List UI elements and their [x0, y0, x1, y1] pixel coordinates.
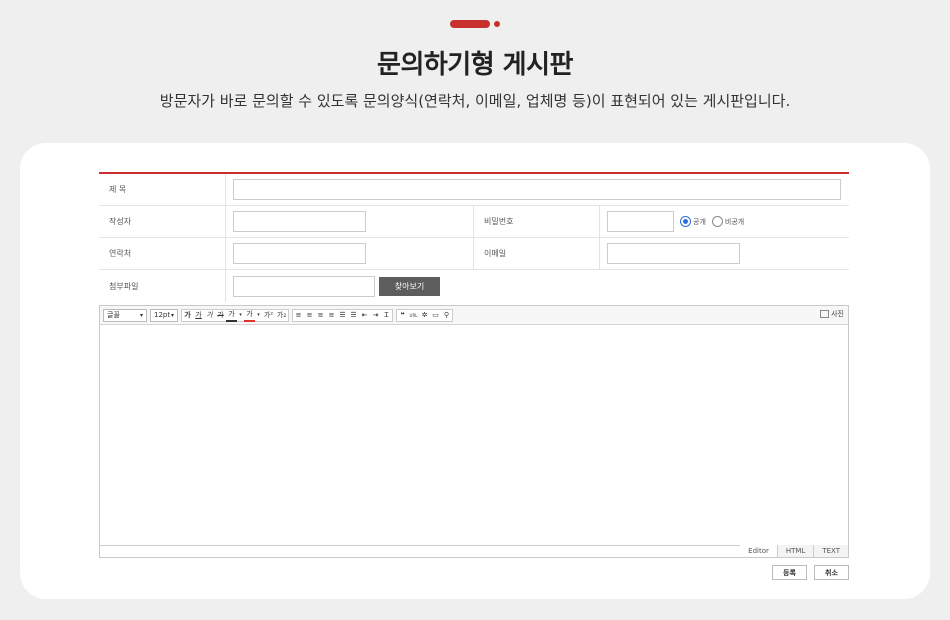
- paragraph-group: ≡ ≡ ≡ ≡ ☰ ☰ ⇤ ⇥ Ꮖ: [292, 308, 393, 322]
- radio-unselected-icon: [711, 216, 723, 227]
- link-icon[interactable]: URL: [408, 309, 419, 322]
- email-label: 이메일: [473, 238, 600, 269]
- underline-icon[interactable]: 가: [193, 309, 204, 322]
- text-format-group: 가 가 가 가 가 ▾ 가 ▾ 가² 가₂: [181, 308, 289, 322]
- align-justify-icon[interactable]: ≡: [326, 309, 337, 322]
- author-row: 작성자 비밀번호 공개 비공개: [99, 206, 849, 238]
- chevron-down-icon[interactable]: ▾: [237, 309, 244, 322]
- subject-label: 제 목: [99, 174, 226, 205]
- browse-button[interactable]: 찾아보기: [379, 276, 440, 296]
- password-cell: 공개 비공개: [600, 206, 744, 237]
- radio-selected-icon: [680, 216, 691, 227]
- bold-icon[interactable]: 가: [182, 309, 193, 322]
- form-actions: 등록 취소: [765, 565, 849, 580]
- indent-icon[interactable]: ⇥: [370, 309, 381, 322]
- subscript-icon[interactable]: 가₂: [275, 309, 288, 322]
- font-size-select[interactable]: 12pt ▾: [150, 308, 178, 322]
- contact-label: 연락처: [99, 238, 226, 269]
- tab-editor[interactable]: Editor: [740, 545, 777, 557]
- insert-group: ❝ URL ✲ ▭ ⚲: [396, 308, 453, 322]
- password-input[interactable]: [607, 211, 674, 232]
- email-cell: [600, 238, 740, 269]
- attachment-label: 첨부파일: [99, 270, 226, 302]
- submit-button[interactable]: 등록: [772, 565, 807, 580]
- author-input[interactable]: [233, 211, 366, 232]
- attachment-row: 첨부파일 찾아보기: [99, 270, 849, 302]
- rich-text-editor: 글꼴 ▾ 12pt ▾ 가 가 가 가 가 ▾ 가 ▾ 가² 가₂ ≡ ≡ ≡ …: [99, 305, 849, 558]
- page-subtitle: 방문자가 바로 문의할 수 있도록 문의양식(연락처, 이메일, 업체명 등)이…: [159, 92, 791, 110]
- decoration-bar: [450, 20, 490, 28]
- ordered-list-icon[interactable]: ☰: [337, 309, 348, 322]
- tab-text[interactable]: TEXT: [813, 545, 848, 557]
- strikethrough-icon[interactable]: 가: [215, 309, 226, 322]
- private-radio[interactable]: 비공개: [711, 216, 745, 227]
- decoration-dot: [494, 21, 500, 27]
- editor-content-area[interactable]: [100, 325, 848, 545]
- chevron-down-icon: ▾: [170, 311, 174, 319]
- font-family-select[interactable]: 글꼴 ▾: [103, 308, 147, 322]
- superscript-icon[interactable]: 가²: [262, 309, 275, 322]
- italic-icon[interactable]: 가: [204, 309, 215, 322]
- public-radio[interactable]: 공개: [680, 216, 706, 227]
- contact-cell: [226, 238, 473, 269]
- align-center-icon[interactable]: ≡: [304, 309, 315, 322]
- font-family-value: 글꼴: [107, 311, 120, 319]
- cancel-button[interactable]: 취소: [814, 565, 849, 580]
- outdent-icon[interactable]: ⇤: [359, 309, 370, 322]
- font-color-icon[interactable]: 가: [226, 309, 237, 322]
- editor-status-bar: [100, 545, 848, 557]
- private-radio-label: 비공개: [724, 217, 745, 226]
- align-right-icon[interactable]: ≡: [315, 309, 326, 322]
- chevron-down-icon[interactable]: ▾: [255, 309, 262, 322]
- title-decoration: [450, 20, 502, 28]
- tab-html[interactable]: HTML: [776, 545, 814, 557]
- author-label: 작성자: [99, 206, 226, 237]
- inquiry-form: 제 목 작성자 비밀번호 공개 비공개 연락처 이메일 첨부파일 찾아보기: [99, 172, 849, 302]
- table-icon[interactable]: ▭: [430, 309, 441, 322]
- image-icon: [820, 310, 830, 318]
- contact-row: 연락처 이메일: [99, 238, 849, 270]
- editor-mode-tabs: Editor HTML TEXT: [740, 545, 848, 557]
- email-input[interactable]: [607, 243, 740, 264]
- page-title: 문의하기형 게시판: [377, 50, 573, 80]
- search-icon[interactable]: ⚲: [441, 309, 452, 322]
- author-cell: [226, 206, 473, 237]
- subject-input[interactable]: [233, 179, 841, 200]
- public-radio-label: 공개: [693, 217, 706, 226]
- align-left-icon[interactable]: ≡: [293, 309, 304, 322]
- unordered-list-icon[interactable]: ☰: [348, 309, 359, 322]
- chevron-down-icon: ▾: [139, 311, 143, 319]
- photo-button-label: 사진: [831, 310, 844, 318]
- attachment-input[interactable]: [233, 275, 375, 297]
- attachment-cell: 찾아보기: [226, 270, 440, 302]
- highlight-icon[interactable]: 가: [244, 309, 255, 322]
- password-label: 비밀번호: [473, 206, 600, 237]
- editor-toolbar: 글꼴 ▾ 12pt ▾ 가 가 가 가 가 ▾ 가 ▾ 가² 가₂ ≡ ≡ ≡ …: [100, 306, 848, 325]
- font-size-value: 12pt: [154, 311, 171, 319]
- special-char-icon[interactable]: ✲: [419, 309, 430, 322]
- photo-button[interactable]: 사진: [820, 309, 844, 319]
- line-height-icon[interactable]: Ꮖ: [381, 309, 392, 322]
- contact-input[interactable]: [233, 243, 366, 264]
- subject-row: 제 목: [99, 174, 849, 206]
- subject-cell: [226, 174, 841, 205]
- quote-icon[interactable]: ❝: [397, 309, 408, 322]
